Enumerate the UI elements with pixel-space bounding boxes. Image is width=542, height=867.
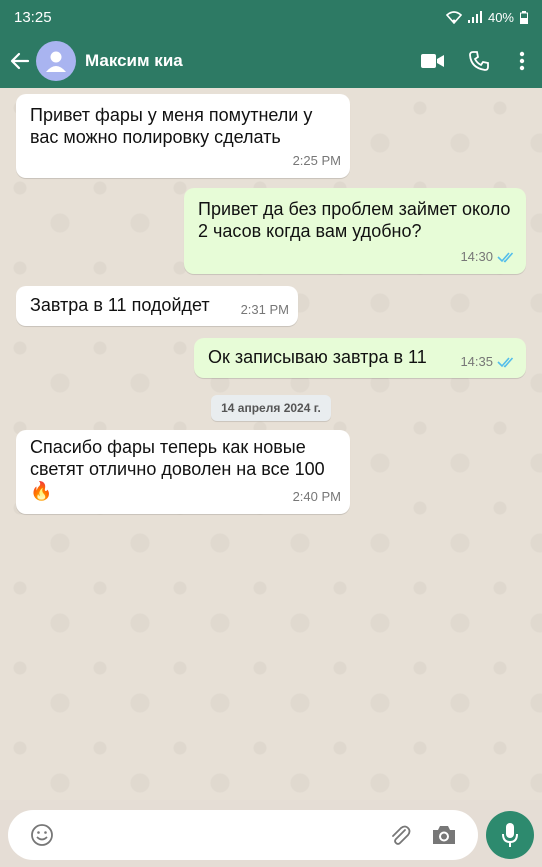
back-arrow-icon[interactable] [4, 34, 36, 88]
message-meta: 2:40 PM [293, 486, 341, 508]
video-call-icon[interactable] [410, 34, 456, 88]
read-ticks-icon [497, 357, 514, 368]
message-time: 2:25 PM [292, 153, 341, 168]
message-incoming[interactable]: Завтра в 11 подойдет 2:31 PM [16, 286, 298, 326]
camera-icon[interactable] [422, 813, 466, 857]
message-time: 2:31 PM [240, 302, 289, 317]
battery-percent: 40% [487, 9, 514, 25]
status-time: 13:25 [14, 8, 52, 26]
message-time: 2:40 PM [292, 489, 341, 504]
message-meta: 2:25 PM [293, 150, 341, 172]
message-text: Привет фары у меня помутнели у вас можно… [30, 105, 313, 147]
more-vert-icon[interactable] [502, 34, 542, 88]
chat-header: Максим киа [0, 34, 542, 88]
message-outgoing[interactable]: Ок записываю завтра в 11 14:35 [194, 338, 526, 378]
attach-icon[interactable] [378, 813, 422, 857]
message-meta: 2:31 PM [241, 299, 289, 321]
contact-name[interactable]: Максим киа [85, 51, 410, 71]
mic-button[interactable] [486, 811, 534, 859]
wifi-icon [445, 10, 462, 24]
message-time: 14:35 [460, 354, 493, 369]
signal-icon [467, 11, 482, 23]
battery-icon [520, 10, 528, 24]
message-incoming[interactable]: Спасибо фары теперь как новые светят отл… [16, 430, 350, 514]
read-ticks-icon [497, 252, 514, 263]
avatar[interactable] [36, 41, 76, 81]
emoji-icon[interactable] [20, 813, 64, 857]
phone-icon[interactable] [456, 34, 502, 88]
message-text: Привет да без проблем займет около 2 час… [198, 199, 511, 241]
message-text: Спасибо фары теперь как новые светят отл… [30, 437, 325, 501]
mic-icon [502, 823, 518, 847]
chat-area[interactable]: Привет фары у меня помутнели у вас можно… [0, 88, 542, 800]
message-time: 14:30 [460, 249, 493, 264]
message-composer[interactable] [8, 810, 478, 860]
message-outgoing[interactable]: Привет да без проблем займет около 2 час… [184, 188, 526, 274]
date-separator: 14 апреля 2024 г. [211, 395, 331, 421]
message-meta: 14:30 [460, 246, 517, 268]
message-incoming[interactable]: Привет фары у меня помутнели у вас можно… [16, 94, 350, 178]
status-bar: 13:25 40% [0, 0, 542, 34]
message-meta: 14:35 [460, 351, 517, 373]
avatar-icon [46, 51, 66, 72]
status-icons: 40% [445, 9, 528, 25]
